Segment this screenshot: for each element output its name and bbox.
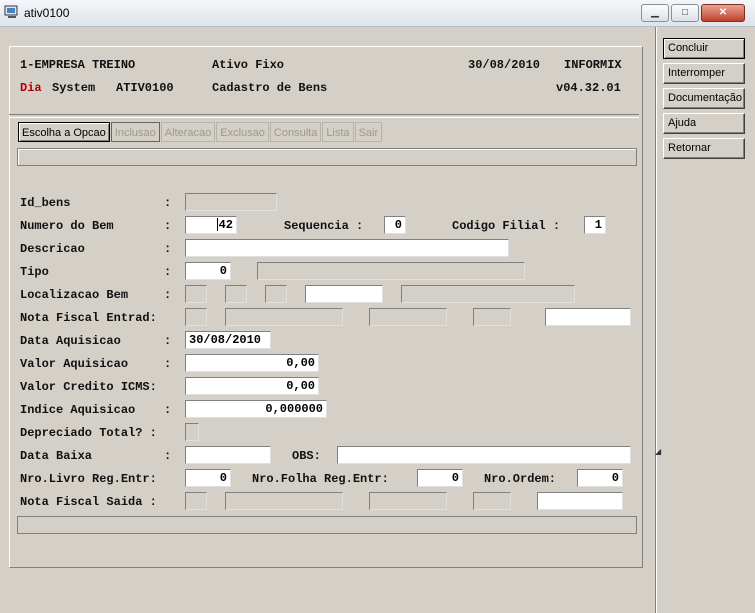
colon: : [164,357,172,371]
menu-sair[interactable]: Sair [354,122,383,142]
sequencia-field[interactable]: 0 [384,216,406,234]
database-name: INFORMIX [564,58,622,72]
descricao-field[interactable] [185,239,509,257]
colon: : [164,196,172,210]
localizacao-description-field [401,285,575,303]
localizacao-label: Localizacao Bem [20,288,129,302]
nota-saida-field-5[interactable] [537,492,623,510]
depreciado-label: Depreciado Total? : [20,426,157,440]
title-bar: ativ0100 ▁ □ ✕ [0,0,755,27]
module-name: Ativo Fixo [212,58,285,72]
colon: : [164,334,172,348]
retornar-button[interactable]: Retornar [663,138,745,159]
menu-bar: Escolha a Opcao Inclusao Alteracao Exclu… [18,122,383,142]
nota-entrada-field-3[interactable] [369,308,447,326]
obs-label: OBS: [292,449,321,463]
id-bens-field[interactable] [185,193,277,211]
codigo-filial-field[interactable]: 1 [584,216,606,234]
localizacao-field-2[interactable] [225,285,247,303]
nro-ordem-label: Nro.Ordem: [484,472,557,486]
nro-ordem-field[interactable]: 0 [577,469,623,487]
colon: : [164,288,172,302]
ajuda-button[interactable]: Ajuda [663,113,745,134]
nro-livro-label: Nro.Livro Reg.Entr: [20,472,157,486]
codigo-filial-label: Codigo Filial : [452,219,561,233]
obs-field[interactable] [337,446,631,464]
side-divider [655,27,657,613]
nota-entrada-field-1[interactable] [185,308,207,326]
numero-bem-field[interactable]: 42 [185,216,237,234]
colon: : [164,403,172,417]
nro-folha-label: Nro.Folha Reg.Entr: [252,472,389,486]
sequencia-label: Sequencia : [284,219,364,233]
data-baixa-label: Data Baixa [20,449,93,463]
nro-folha-field[interactable]: 0 [417,469,463,487]
valor-aquisicao-field[interactable]: 0,00 [185,354,319,372]
nota-saida-field-1[interactable] [185,492,207,510]
text-cursor [216,218,218,232]
indice-aquisicao-label: Indice Aquisicao [20,403,136,417]
nota-entrada-field-5[interactable] [545,308,631,326]
menu-inclusao[interactable]: Inclusao [110,122,160,142]
menu-alteracao[interactable]: Alteracao [160,122,216,142]
tipo-field[interactable]: 0 [185,262,231,280]
colon: : [164,242,172,256]
nota-entrada-label: Nota Fiscal Entrad: [20,311,157,325]
minimize-button[interactable]: ▁ [641,4,669,22]
nota-entrada-field-4[interactable] [473,308,511,326]
day-label: Dia [20,81,42,95]
tipo-label: Tipo [20,265,49,279]
colon: : [164,219,172,233]
client-area: 1-EMPRESA TREINO Ativo Fixo 30/08/2010 I… [0,27,755,613]
localizacao-field-3[interactable] [265,285,287,303]
valor-aquisicao-label: Valor Aquisicao [20,357,129,371]
nota-entrada-field-2[interactable] [225,308,343,326]
header-date: 30/08/2010 [468,58,541,72]
indice-aquisicao-field[interactable]: 0,000000 [185,400,327,418]
interromper-button[interactable]: Interromper [663,63,745,84]
numero-bem-label: Numero do Bem [20,219,114,233]
nota-saida-field-3[interactable] [369,492,447,510]
resize-handle-icon[interactable]: ◢ [655,447,661,456]
id-bens-label: Id_bens [20,196,71,210]
nota-saida-field-2[interactable] [225,492,343,510]
concluir-button[interactable]: Concluir [663,38,745,59]
data-aquisicao-field[interactable]: 30/08/2010 [185,331,271,349]
tipo-description-field [257,262,525,280]
program-code: ATIV0100 [116,81,174,95]
close-button[interactable]: ✕ [701,4,745,22]
screen-title: Cadastro de Bens [212,81,328,95]
data-aquisicao-label: Data Aquisicao [20,334,121,348]
system-label: System [52,81,96,95]
descricao-label: Descricao [20,242,85,256]
data-baixa-field[interactable] [185,446,271,464]
menu-consulta[interactable]: Consulta [269,122,322,142]
localizacao-field-1[interactable] [185,285,207,303]
menu-lista[interactable]: Lista [322,122,354,142]
nro-livro-field[interactable]: 0 [185,469,231,487]
menu-escolha-opcao[interactable]: Escolha a Opcao [18,122,110,142]
numero-bem-value: 42 [218,218,233,232]
header-divider [9,114,639,118]
valor-credito-label: Valor Credito ICMS: [20,380,157,394]
message-bar [17,148,637,166]
documentacao-button[interactable]: Documentação [663,88,745,109]
window-title: ativ0100 [24,6,70,20]
app-icon [4,5,18,18]
version: v04.32.01 [556,81,621,95]
maximize-button[interactable]: □ [671,4,699,22]
nota-saida-field-4[interactable] [473,492,511,510]
menu-exclusao[interactable]: Exclusao [216,122,269,142]
colon: : [164,265,172,279]
depreciado-field[interactable] [185,423,199,441]
valor-credito-field[interactable]: 0,00 [185,377,319,395]
nota-saida-label: Nota Fiscal Saida : [20,495,157,509]
status-bar [17,516,637,534]
colon: : [164,449,172,463]
company-name: 1-EMPRESA TREINO [20,58,136,72]
localizacao-field-4[interactable] [305,285,383,303]
